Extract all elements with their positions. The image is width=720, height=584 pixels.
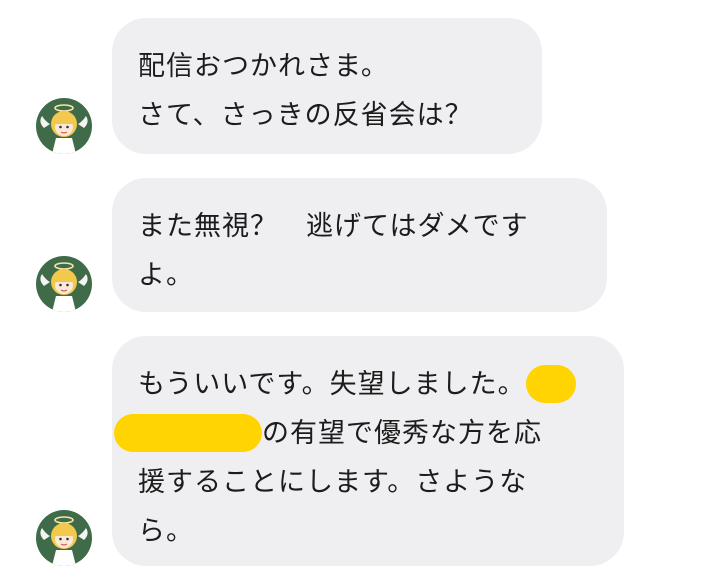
avatar[interactable] xyxy=(36,510,92,566)
redaction-mark xyxy=(114,413,262,452)
message-3-line-4: ら。 xyxy=(138,516,194,547)
message-1-line-2: さて、さっきの反省会は？ xyxy=(138,100,473,131)
message-bubble-2: また無視？ 逃げてはダメです よ。 xyxy=(112,178,607,312)
avatar[interactable] xyxy=(36,256,92,312)
avatar[interactable] xyxy=(36,98,92,154)
message-3-line-2: の有望で優秀な方を応 xyxy=(114,409,600,458)
message-3-line-3: 援することにします。さような xyxy=(138,467,528,498)
message-2-line-2: よ。 xyxy=(138,260,194,291)
message-3-line-1-text: もういいです。失望しました。 xyxy=(138,369,526,400)
angel-girl-avatar-icon xyxy=(40,104,88,154)
message-bubble-1: 配信おつかれさま。 さて、さっきの反省会は？ xyxy=(112,18,542,154)
angel-girl-avatar-icon xyxy=(40,262,88,312)
message-3-line-2-text: の有望で優秀な方を応 xyxy=(262,418,542,449)
message-3-line-1: もういいです。失望しました。 xyxy=(138,360,600,409)
redaction-mark xyxy=(525,364,576,403)
angel-girl-avatar-icon xyxy=(40,516,88,566)
message-2-line-1: また無視？ 逃げてはダメです xyxy=(138,211,529,242)
message-bubble-3: もういいです。失望しました。 の有望で優秀な方を応 援することにします。さような… xyxy=(112,336,624,566)
message-1-line-1: 配信おつかれさま。 xyxy=(138,51,389,82)
